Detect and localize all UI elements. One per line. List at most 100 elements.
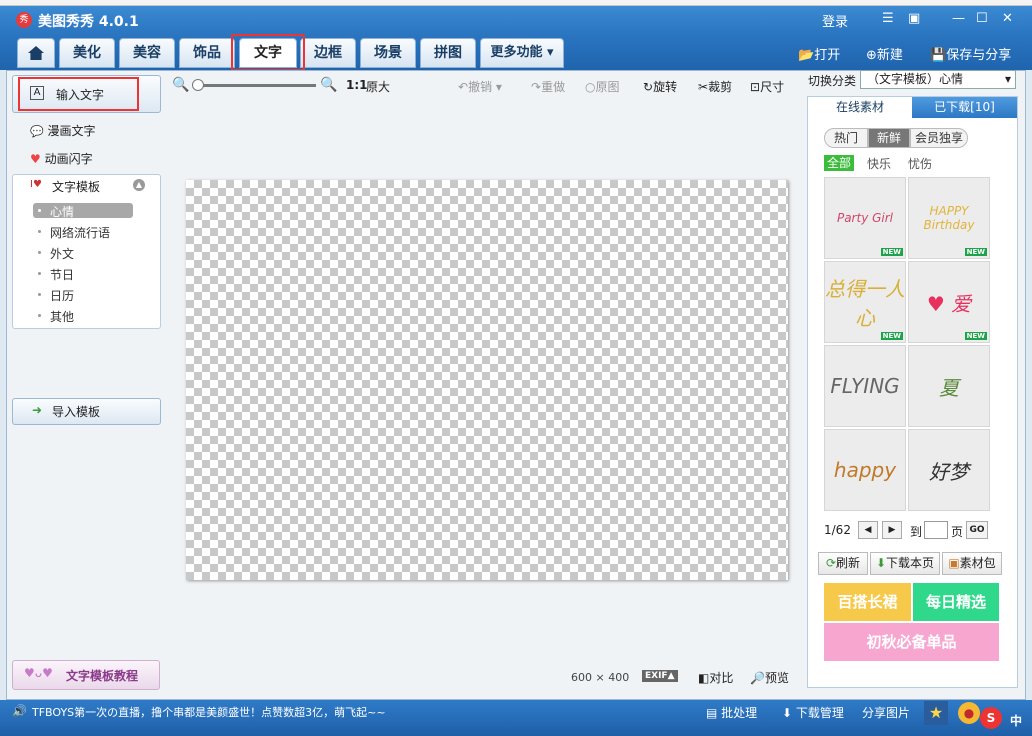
close-button[interactable]: ✕ (1002, 11, 1013, 26)
category-select[interactable]: （文字模板）心情 ▾ (860, 70, 1016, 89)
tab-more-features[interactable]: 更多功能 ▾ (480, 38, 564, 68)
skin-icon[interactable]: ▣ (908, 11, 920, 26)
tab-online-materials[interactable]: 在线素材 (808, 97, 912, 118)
bullet-icon (38, 230, 41, 233)
weibo-icon[interactable]: ● (958, 702, 980, 724)
bullet-icon (38, 293, 41, 296)
ime-indicator[interactable]: 中 (1010, 712, 1022, 729)
thumbnail-item[interactable]: Party Girl NEW (824, 177, 906, 259)
new-badge: NEW (880, 248, 903, 256)
news-ticker[interactable]: TFBOYS第一次の直播，撸个串都是美颜盛世！点赞数超3亿，萌飞起~~ (32, 704, 386, 720)
template-item-calendar[interactable]: 日历 (50, 287, 74, 304)
thumbnail-item[interactable]: 总得一人心 NEW (824, 261, 906, 343)
compare-label: 对比 (709, 671, 734, 685)
preview-button[interactable]: 🔎预览 (750, 669, 789, 686)
ratio-label[interactable]: 1:1 (346, 78, 368, 92)
image-canvas[interactable] (186, 180, 788, 580)
rotate-button[interactable]: ↻旋转 (643, 78, 677, 95)
filter-sad[interactable]: 忧伤 (908, 155, 932, 172)
batch-label: 批处理 (721, 706, 758, 720)
filter-all[interactable]: 全部 (824, 155, 854, 171)
page-unit-label: 页 (951, 525, 964, 539)
thumbnail-item[interactable]: ♥ 爱 NEW (908, 261, 990, 343)
comic-text-item[interactable]: 💬 漫画文字 (30, 122, 96, 139)
tab-collage[interactable]: 拼图 (420, 38, 476, 68)
collapse-icon[interactable]: ▲ (133, 179, 145, 191)
package-icon: ▣ (948, 556, 960, 570)
template-item-mood[interactable]: 心情 (50, 203, 74, 220)
i-love-you-icon: I♥ (30, 179, 42, 190)
zoom-slider-knob[interactable] (192, 79, 204, 91)
pill-vip[interactable]: 会员独享 (910, 128, 968, 148)
minimize-button[interactable]: — (952, 11, 965, 26)
page-input[interactable] (924, 521, 948, 539)
app-title: 美图秀秀 4.0.1 (38, 14, 139, 30)
thumbnail-item[interactable]: HAPPY Birthday NEW (908, 177, 990, 259)
refresh-button[interactable]: ⟳刷新 (818, 552, 868, 575)
batch-button[interactable]: ▤ 批处理 (706, 704, 757, 721)
tab-accessories[interactable]: 饰品 (179, 38, 235, 68)
thumbnail-item[interactable]: FLYING (824, 345, 906, 427)
promo-daily[interactable]: 每日精选 (913, 583, 999, 621)
promo-autumn[interactable]: 初秋必备单品 (824, 623, 999, 661)
open-button[interactable]: 📂打开 (798, 44, 840, 63)
zoom-slider-track[interactable] (196, 84, 316, 87)
tab-beauty[interactable]: 美容 (119, 38, 175, 68)
thumbnail-item[interactable]: happy (824, 429, 906, 511)
tab-home[interactable] (17, 38, 55, 68)
anim-text-item[interactable]: ♥ 动画闪字 (30, 150, 93, 167)
heart-icon: ♥ (30, 152, 41, 166)
original-button[interactable]: ○原图 (585, 78, 620, 95)
template-item-holiday[interactable]: 节日 (50, 266, 74, 283)
template-item-slang[interactable]: 网络流行语 (50, 224, 110, 241)
exif-button[interactable]: EXIF▲ (642, 670, 678, 682)
template-item-other[interactable]: 其他 (50, 308, 74, 325)
original-size-button[interactable]: 原大 (366, 78, 390, 95)
message-icon[interactable]: ☰ (882, 11, 894, 26)
login-link[interactable]: 登录 (822, 11, 848, 30)
template-header[interactable]: 文字模板 (52, 178, 100, 195)
comic-text-label: 漫画文字 (47, 124, 96, 138)
thumbnail-item[interactable]: 夏 (908, 345, 990, 427)
save-share-button[interactable]: 💾保存与分享 (930, 44, 1011, 63)
download-manager-button[interactable]: ⬇ 下载管理 (782, 704, 844, 721)
promo-skirts[interactable]: 百搭长裙 (824, 583, 911, 621)
tab-border[interactable]: 边框 (300, 38, 356, 68)
bullet-icon (38, 314, 41, 317)
zoom-out-icon[interactable]: 🔍 (172, 77, 189, 93)
speech-bubble-icon: 💬 (30, 125, 44, 138)
desktop-strip (0, 0, 1032, 6)
share-picture-button[interactable]: 分享图片 (862, 704, 910, 721)
pill-fresh[interactable]: 新鲜 (868, 128, 910, 148)
redo-button[interactable]: ↷重做 (531, 78, 565, 95)
pill-hot[interactable]: 热门 (824, 128, 868, 148)
tab-downloaded[interactable]: 已下载[10] (912, 97, 1017, 118)
chevron-down-icon: ▾ (542, 45, 554, 60)
download-page-button[interactable]: ⬇下载本页 (870, 552, 940, 575)
size-button[interactable]: ⊡尺寸 (750, 78, 784, 95)
undo-button[interactable]: ↶撤销 ▾ (458, 78, 502, 95)
import-template-label: 导入模板 (52, 405, 101, 419)
maximize-button[interactable]: ☐ (976, 11, 988, 26)
folder-icon: 📂 (798, 48, 815, 63)
crop-button[interactable]: ✂裁剪 (698, 78, 732, 95)
zoom-in-icon[interactable]: 🔍 (320, 77, 337, 93)
next-page-button[interactable]: ▶ (882, 521, 902, 539)
go-button[interactable]: GO (966, 521, 988, 539)
hands-icon: ♥ᴗ♥ (24, 666, 53, 680)
rotate-icon: ↻ (643, 80, 654, 94)
download-page-label: 下载本页 (886, 556, 935, 570)
plus-icon: ⊕ (866, 48, 877, 63)
compare-button[interactable]: ◧对比 (698, 669, 733, 686)
star-icon[interactable]: ★ (924, 701, 948, 725)
material-pack-button[interactable]: ▣素材包 (942, 552, 1002, 575)
redo-label: 重做 (541, 80, 566, 94)
new-button[interactable]: ⊕新建 (866, 44, 903, 63)
template-item-foreign[interactable]: 外文 (50, 245, 74, 262)
sogou-icon[interactable]: S (980, 707, 1002, 729)
filter-happy[interactable]: 快乐 (867, 155, 891, 172)
tab-beautify[interactable]: 美化 (59, 38, 115, 68)
thumbnail-item[interactable]: 好梦 (908, 429, 990, 511)
prev-page-button[interactable]: ◀ (858, 521, 878, 539)
tab-scene[interactable]: 场景 (360, 38, 416, 68)
